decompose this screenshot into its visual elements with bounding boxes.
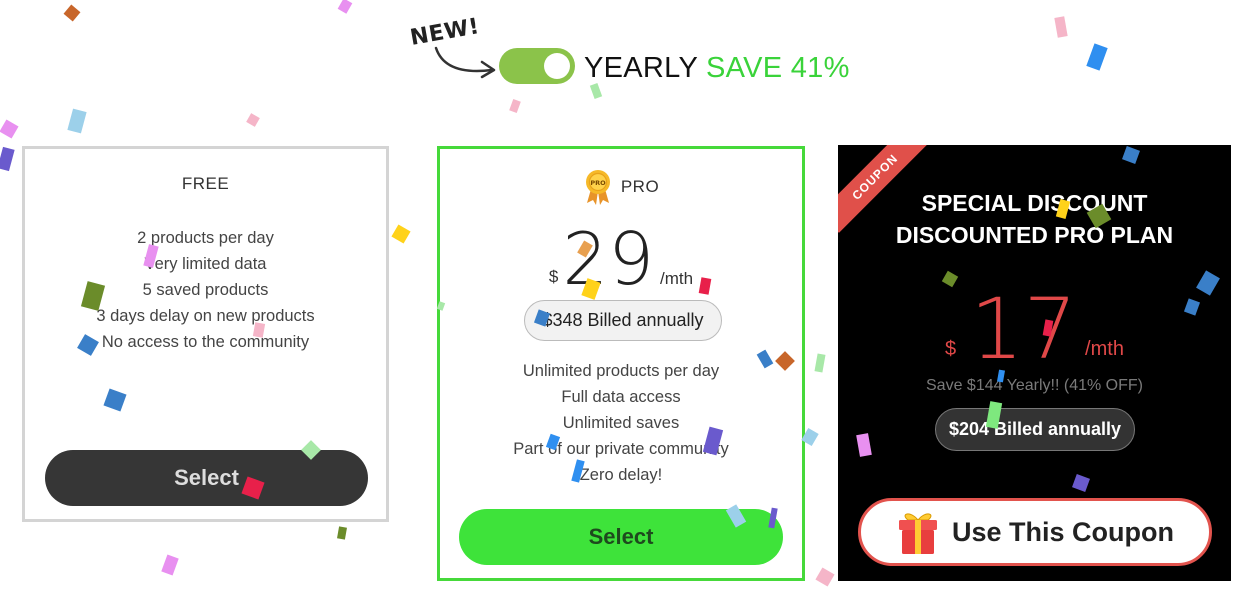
feature-item: Very limited data	[144, 255, 267, 273]
confetti-piece	[391, 224, 411, 244]
currency-symbol: $	[945, 338, 957, 360]
confetti-piece	[509, 98, 521, 114]
yearly-text: YEARLY	[584, 52, 698, 84]
confetti-piece	[161, 554, 179, 576]
medal-text: PRO	[590, 179, 606, 187]
save-percent-text: SAVE 41%	[705, 52, 850, 84]
plan-name: FREE	[181, 174, 230, 193]
billed-annually-badge: $204 Billed annually	[935, 408, 1135, 451]
coupon-plan-card: COUPON SPECIAL DISCOUNT DISCOUNTED PRO P…	[838, 145, 1231, 581]
confetti-piece	[0, 146, 15, 172]
free-plan-card: FREE 2 products per day Very limited dat…	[22, 146, 389, 522]
confetti-piece	[815, 567, 835, 587]
feature-item: No access to the community	[101, 333, 310, 351]
confetti-piece	[67, 108, 87, 134]
toggle-knob	[544, 53, 570, 79]
billed-annually-badge: $348 Billed annually	[524, 300, 722, 341]
feature-item: Part of our private community	[513, 440, 729, 458]
confetti-piece	[337, 0, 353, 14]
feature-item: Full data access	[561, 388, 681, 406]
currency-symbol: $	[548, 267, 559, 286]
feature-item: 2 products per day	[137, 229, 274, 247]
price-amount: 29	[562, 217, 655, 301]
free-select-button[interactable]: Select	[45, 450, 368, 506]
feature-item: Zero delay!	[579, 466, 663, 484]
pro-plan-header: PRO PRO	[440, 169, 802, 205]
confetti-piece	[814, 353, 826, 373]
feature-item: Unlimited saves	[562, 414, 680, 432]
confetti-piece	[0, 119, 19, 139]
coupon-title: SPECIAL DISCOUNT DISCOUNTED PRO PLAN	[838, 187, 1231, 251]
confetti-piece	[246, 113, 260, 127]
confetti-piece	[63, 4, 81, 22]
coupon-title-line: DISCOUNTED PRO PLAN	[895, 222, 1174, 248]
feature-item: 3 days delay on new products	[96, 307, 315, 325]
billing-period-label: YEARLY SAVE 41%	[584, 52, 850, 85]
confetti-piece	[1086, 43, 1108, 71]
price-amount: 17	[970, 280, 1078, 378]
use-coupon-label: Use This Coupon	[952, 516, 1174, 547]
confetti-piece	[337, 526, 347, 540]
coupon-title-line: SPECIAL DISCOUNT	[921, 190, 1148, 216]
feature-list: Unlimited products per day Full data acc…	[440, 358, 802, 488]
price-period: /mth	[1085, 338, 1124, 360]
gift-icon	[899, 513, 937, 554]
yearly-toggle[interactable]	[499, 48, 575, 84]
feature-list: 2 products per day Very limited data 5 s…	[25, 225, 386, 355]
medal-icon: PRO	[585, 170, 610, 205]
use-coupon-button[interactable]: Use This Coupon	[858, 498, 1212, 566]
coupon-price-display: $ 17 /mth	[838, 287, 1231, 371]
confetti-piece	[1054, 16, 1068, 38]
feature-item: Unlimited products per day	[522, 362, 720, 380]
price-display: $ 29 /mth	[440, 223, 802, 295]
price-period: /mth	[660, 269, 694, 288]
savings-note: Save $144 Yearly!! (41% OFF)	[926, 377, 1143, 394]
confetti-piece	[589, 83, 603, 99]
curved-arrow-icon	[434, 46, 496, 79]
feature-item: 5 saved products	[142, 281, 269, 299]
plan-name: PRO	[620, 177, 660, 196]
pro-select-button[interactable]: Select	[459, 509, 783, 565]
pro-plan-card: PRO PRO $ 29 /mth $348 Billed annually U…	[437, 146, 805, 581]
